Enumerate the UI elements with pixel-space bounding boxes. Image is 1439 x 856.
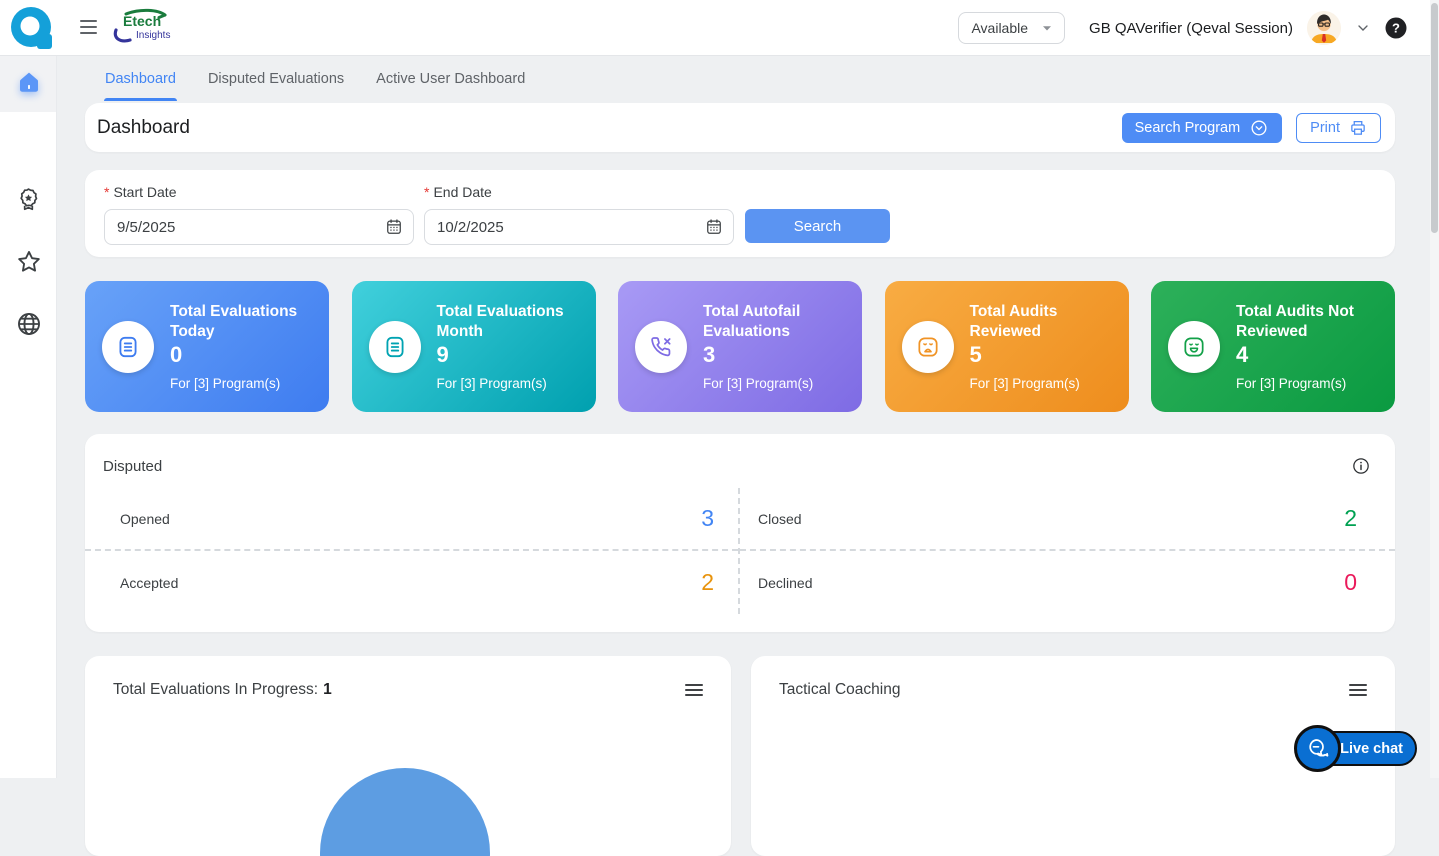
- availability-value: Available: [971, 20, 1028, 36]
- tab-dashboard[interactable]: Dashboard: [105, 58, 176, 101]
- stat-title: Total Audits Reviewed: [970, 302, 1119, 342]
- end-date-input[interactable]: [424, 209, 734, 245]
- stat-value: 5: [970, 342, 1119, 368]
- required-asterisk: *: [104, 184, 109, 200]
- chart-menu-icon[interactable]: [685, 684, 703, 697]
- stat-title: Total Audits Not Reviewed: [1236, 302, 1385, 342]
- availability-select[interactable]: Available: [958, 12, 1065, 44]
- stat-value: 3: [703, 342, 852, 368]
- required-asterisk: *: [424, 184, 429, 200]
- stat-subtitle: For [3] Program(s): [970, 376, 1119, 391]
- stat-card-audits-reviewed: Total Audits Reviewed 5 For [3] Program(…: [885, 281, 1129, 412]
- stat-value: 9: [437, 342, 586, 368]
- disputed-value: 0: [1344, 569, 1357, 596]
- evaluations-in-progress-title: Total Evaluations In Progress:1: [113, 681, 332, 699]
- stat-icon-circle: [369, 321, 421, 373]
- disputed-card: Disputed Opened 3 Accepted 2 Closed 2: [85, 434, 1395, 632]
- disputed-title: Disputed: [103, 458, 162, 475]
- stat-subtitle: For [3] Program(s): [170, 376, 319, 391]
- stat-value: 4: [1236, 342, 1385, 368]
- stat-cards-row: Total Evaluations Today 0 For [3] Progra…: [85, 281, 1395, 412]
- stat-subtitle: For [3] Program(s): [1236, 376, 1385, 391]
- start-date-label: *Start Date: [104, 184, 414, 200]
- chart-menu-icon[interactable]: [1349, 684, 1367, 697]
- stat-title: Total Autofail Evaluations: [703, 302, 852, 342]
- stat-title: Total Evaluations Today: [170, 302, 319, 342]
- stat-card-evaluations-today: Total Evaluations Today 0 For [3] Progra…: [85, 281, 329, 412]
- page-header-card: Dashboard Search Program Print: [85, 103, 1395, 152]
- print-button[interactable]: Print: [1296, 113, 1381, 143]
- disputed-row-closed: Closed 2: [740, 488, 1395, 551]
- disputed-label: Closed: [758, 511, 802, 527]
- disputed-label: Opened: [120, 511, 170, 527]
- scrollbar-track[interactable]: [1430, 0, 1439, 778]
- caret-down-icon: [1042, 25, 1052, 32]
- disputed-row-opened: Opened 3: [85, 488, 738, 551]
- stat-value: 0: [170, 342, 319, 368]
- sidebar-item-favorites[interactable]: [0, 248, 57, 276]
- globe-icon: [15, 310, 43, 338]
- stat-icon-circle: [1168, 321, 1220, 373]
- stat-subtitle: For [3] Program(s): [437, 376, 586, 391]
- tab-bar: Dashboard Disputed Evaluations Active Us…: [105, 56, 525, 102]
- info-icon[interactable]: [1351, 456, 1371, 476]
- svg-text:Etech: Etech: [123, 13, 161, 29]
- chevron-circle-icon: [1249, 118, 1269, 138]
- disputed-row-declined: Declined 0: [740, 551, 1395, 614]
- smile-face-icon: [1181, 334, 1207, 360]
- disputed-value: 2: [701, 569, 714, 596]
- home-icon: [15, 69, 43, 97]
- disputed-label: Declined: [758, 575, 812, 591]
- sidebar-item-home[interactable]: [0, 69, 57, 97]
- printer-icon: [1349, 119, 1367, 137]
- date-filter-card: *Start Date *End Date Search: [85, 170, 1395, 257]
- start-date-input[interactable]: [104, 209, 414, 245]
- disputed-value: 2: [1344, 505, 1357, 532]
- stat-subtitle: For [3] Program(s): [703, 376, 852, 391]
- sidebar: [0, 56, 57, 778]
- badge-icon: [15, 186, 42, 213]
- pie-chart-fragment: [320, 768, 490, 856]
- evaluations-in-progress-panel: Total Evaluations In Progress:1: [85, 656, 731, 856]
- avatar[interactable]: [1307, 11, 1341, 45]
- user-menu-chevron-icon[interactable]: [1355, 20, 1371, 36]
- user-name: GB QAVerifier (Qeval Session): [1089, 20, 1293, 37]
- stat-icon-circle: [102, 321, 154, 373]
- star-icon: [15, 248, 43, 276]
- phone-missed-icon: [648, 334, 674, 360]
- live-chat-bubble-icon[interactable]: [1294, 725, 1341, 772]
- stat-title: Total Evaluations Month: [437, 302, 586, 342]
- tab-disputed-evaluations[interactable]: Disputed Evaluations: [208, 58, 344, 101]
- top-bar: Etech Insights Available GB QAVerifier (…: [0, 0, 1439, 56]
- sidebar-item-quality[interactable]: [0, 186, 57, 213]
- sidebar-item-global[interactable]: [0, 310, 57, 338]
- qeval-logo: [8, 5, 54, 51]
- etech-insights-logo: Etech Insights: [110, 7, 176, 54]
- disputed-value: 3: [701, 505, 714, 532]
- tactical-coaching-title: Tactical Coaching: [779, 681, 900, 699]
- tab-active-user-dashboard[interactable]: Active User Dashboard: [376, 58, 525, 101]
- stat-card-autofail-evaluations: Total Autofail Evaluations 3 For [3] Pro…: [618, 281, 862, 412]
- page-title: Dashboard: [97, 117, 190, 139]
- scrollbar-thumb[interactable]: [1431, 3, 1438, 233]
- disputed-label: Accepted: [120, 575, 178, 591]
- end-date-label: *End Date: [424, 184, 734, 200]
- disputed-row-accepted: Accepted 2: [85, 551, 738, 614]
- svg-text:?: ?: [1392, 21, 1400, 36]
- note-lines-icon: [115, 334, 141, 360]
- stat-card-evaluations-month: Total Evaluations Month 9 For [3] Progra…: [352, 281, 596, 412]
- menu-hamburger-icon[interactable]: [80, 20, 97, 34]
- note-lines-icon: [382, 334, 408, 360]
- stat-icon-circle: [635, 321, 687, 373]
- search-program-button[interactable]: Search Program: [1122, 113, 1283, 143]
- svg-text:Insights: Insights: [136, 30, 170, 41]
- stat-card-audits-not-reviewed: Total Audits Not Reviewed 4 For [3] Prog…: [1151, 281, 1395, 412]
- help-icon[interactable]: ?: [1385, 17, 1407, 39]
- search-button[interactable]: Search: [745, 209, 890, 243]
- frown-face-icon: [915, 334, 941, 360]
- in-progress-count: 1: [323, 681, 332, 698]
- stat-icon-circle: [902, 321, 954, 373]
